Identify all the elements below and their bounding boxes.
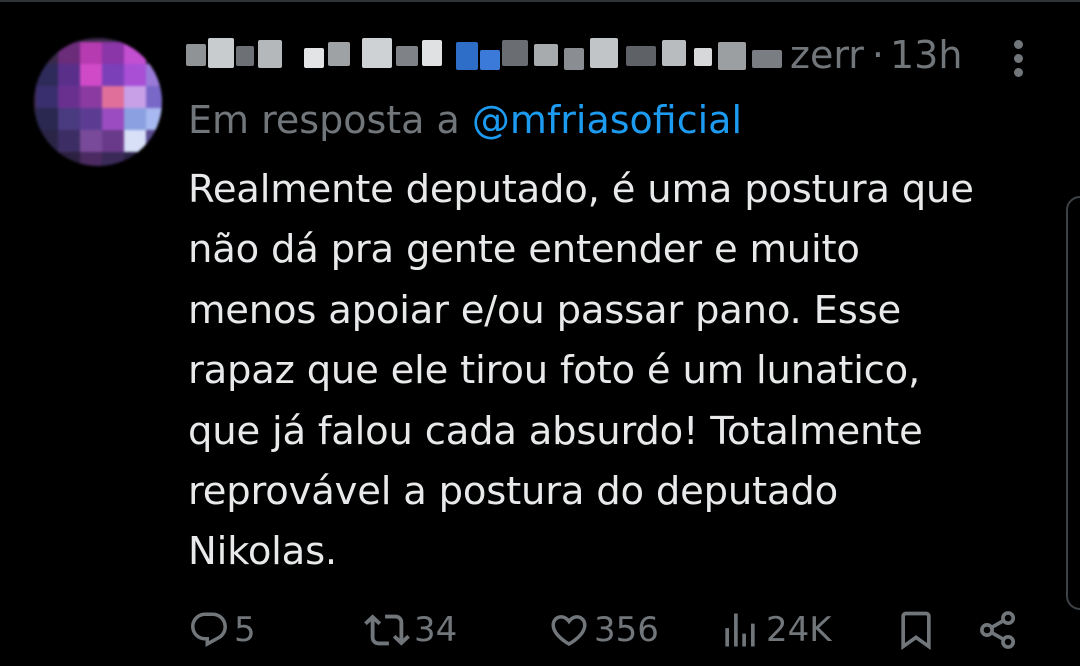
avatar[interactable] bbox=[34, 38, 162, 166]
reply-icon bbox=[191, 612, 227, 647]
views-icon bbox=[725, 613, 755, 647]
top-divider bbox=[0, 0, 1080, 2]
views-button[interactable]: 24K bbox=[718, 602, 832, 658]
reply-count: 5 bbox=[234, 610, 256, 650]
share-icon bbox=[980, 611, 1016, 649]
like-count: 356 bbox=[594, 610, 659, 650]
scrollbar[interactable] bbox=[1066, 196, 1080, 610]
more-button[interactable] bbox=[1004, 38, 1038, 80]
author-handle-tail: zerr bbox=[790, 33, 864, 77]
reply-button[interactable]: 5 bbox=[188, 602, 256, 658]
repost-icon bbox=[364, 614, 410, 646]
author-name-censored[interactable] bbox=[186, 36, 790, 76]
tweet-header: zerr · 13h bbox=[186, 30, 962, 82]
more-icon-dot bbox=[1014, 54, 1023, 63]
reply-prefix: Em resposta a bbox=[188, 98, 460, 142]
views-count: 24K bbox=[766, 610, 832, 650]
bookmark-button[interactable] bbox=[894, 602, 938, 658]
meta-separator: · bbox=[871, 33, 884, 77]
reply-context: Em resposta a @mfriasoficial bbox=[188, 94, 742, 146]
more-icon-dot bbox=[1014, 68, 1023, 77]
bookmark-icon bbox=[901, 611, 931, 651]
tweet-actions: 5 34 356 24K bbox=[188, 602, 1048, 658]
like-button[interactable]: 356 bbox=[548, 602, 659, 658]
author-handle[interactable]: zerr · 13h bbox=[790, 30, 962, 80]
more-icon bbox=[1014, 40, 1023, 49]
tweet-time[interactable]: 13h bbox=[890, 33, 962, 77]
repost-button[interactable]: 34 bbox=[364, 602, 457, 658]
share-button[interactable] bbox=[976, 602, 1020, 658]
repost-count: 34 bbox=[414, 610, 458, 650]
reply-mention-link[interactable]: @mfriasoficial bbox=[472, 98, 742, 142]
heart-icon bbox=[551, 615, 587, 647]
tweet-text: Realmente deputado, é uma postura que nã… bbox=[188, 167, 974, 575]
